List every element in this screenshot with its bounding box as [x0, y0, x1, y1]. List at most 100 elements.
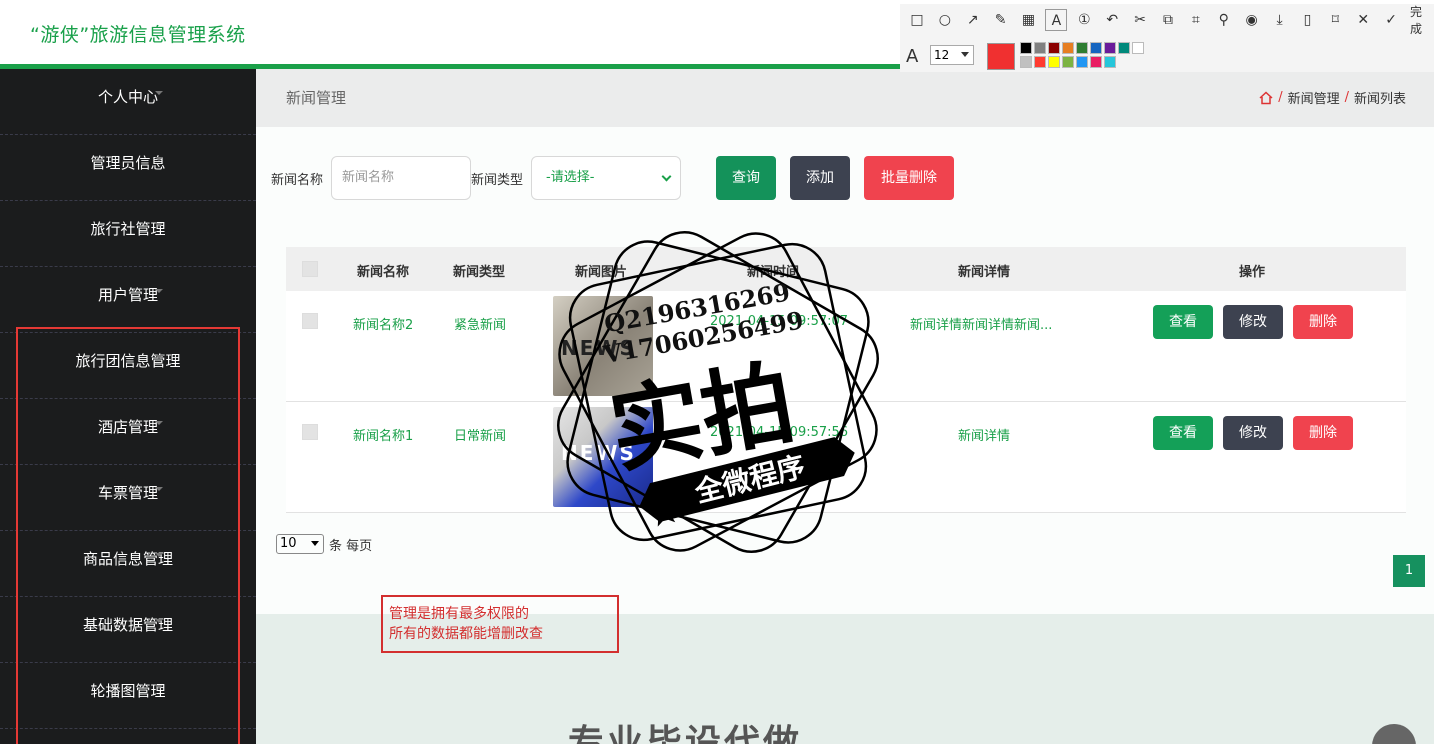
- download-icon[interactable]: ⤓: [1269, 9, 1291, 31]
- breadcrumb-item: 新闻列表: [1353, 92, 1406, 107]
- view-button[interactable]: 查看: [1153, 416, 1213, 450]
- color-swatch[interactable]: [1062, 56, 1074, 68]
- annotation-note[interactable]: 管理是拥有最多权限的 所有的数据都能增删改查: [381, 595, 619, 653]
- select-all-checkbox[interactable]: [302, 261, 318, 277]
- number-tool-icon[interactable]: ①: [1073, 9, 1095, 31]
- annotation-toolbar: □ ○ ↗ ✎ ▦ A ① ↶ ✂ ⧉ ⌗ ⚲ ◉ ⤓ ▯ ⌑ ✕ ✓ 完成 A…: [900, 4, 1434, 72]
- row-checkbox[interactable]: [302, 424, 318, 440]
- color-swatch[interactable]: [1076, 56, 1088, 68]
- news-detail-cell: 新闻详情新闻详情新闻...: [910, 318, 1053, 333]
- ellipse-tool-icon[interactable]: ○: [934, 9, 956, 31]
- chevron-down-icon: [155, 91, 163, 95]
- sidebar-item-admin-info[interactable]: 管理员信息: [0, 135, 256, 201]
- breadcrumb-separator: /: [1278, 90, 1283, 105]
- arrow-tool-icon[interactable]: ↗: [962, 9, 984, 31]
- content-panel: 新闻名称 新闻名称 新闻类型 -请选择- 查询 添加 批量删除 新闻名称 新闻类…: [256, 127, 1434, 614]
- undo-icon[interactable]: ↶: [1101, 9, 1123, 31]
- table-header: 新闻名称 新闻类型 新闻图片 新闻时间 新闻详情 操作: [286, 247, 1406, 291]
- color-swatch[interactable]: [1020, 42, 1032, 54]
- color-swatch[interactable]: [1020, 56, 1032, 68]
- color-swatch[interactable]: [1048, 56, 1060, 68]
- color-swatch[interactable]: [1104, 42, 1116, 54]
- check-icon[interactable]: ✓: [1380, 9, 1402, 31]
- news-type-selected: -请选择-: [546, 170, 595, 185]
- back-to-top-button[interactable]: Top: [1372, 724, 1416, 744]
- breadcrumb-separator: /: [1344, 90, 1349, 105]
- query-button[interactable]: 查询: [716, 156, 776, 200]
- record-icon[interactable]: ◉: [1241, 9, 1263, 31]
- news-name-cell: 新闻名称1: [353, 429, 414, 444]
- color-swatch[interactable]: [1076, 42, 1088, 54]
- edit-button[interactable]: 修改: [1223, 416, 1283, 450]
- sidebar-annotation-box: [16, 327, 240, 744]
- sidebar-item-personal-center[interactable]: 个人中心: [0, 69, 256, 135]
- mosaic-tool-icon[interactable]: ▦: [1018, 9, 1040, 31]
- pen-tool-icon[interactable]: ✎: [990, 9, 1012, 31]
- batch-delete-button[interactable]: 批量删除: [864, 156, 954, 200]
- name-filter-label: 新闻名称: [271, 173, 324, 188]
- color-palette: [1020, 42, 1144, 68]
- font-size-select[interactable]: 12: [930, 45, 974, 65]
- rectangle-tool-icon[interactable]: □: [906, 9, 928, 31]
- app-title: “游侠”旅游信息管理系统: [30, 24, 246, 46]
- color-swatch[interactable]: [1132, 42, 1144, 54]
- text-tool-icon[interactable]: A: [1045, 9, 1068, 31]
- row-checkbox[interactable]: [302, 313, 318, 329]
- ocr-icon[interactable]: ⌗: [1185, 9, 1207, 31]
- sidebar-item-label: 个人中心: [97, 88, 158, 106]
- news-type-select[interactable]: -请选择-: [531, 156, 681, 200]
- add-button[interactable]: 添加: [790, 156, 850, 200]
- color-swatch[interactable]: [1118, 42, 1130, 54]
- annotation-style-row: A 12: [900, 40, 1434, 72]
- color-swatch[interactable]: [1062, 42, 1074, 54]
- type-filter-label: 新闻类型: [471, 173, 524, 188]
- view-button[interactable]: 查看: [1153, 305, 1213, 339]
- column-header: 新闻时间: [747, 265, 800, 280]
- bookmark-icon[interactable]: ⌑: [1324, 9, 1346, 31]
- chevron-down-icon: [311, 541, 319, 546]
- chevron-down-icon: [961, 52, 969, 57]
- font-size-value: 12: [934, 48, 950, 62]
- annotation-line: 管理是拥有最多权限的: [389, 606, 529, 622]
- page-titlebar: 新闻管理 / 新闻管理 / 新闻列表: [256, 69, 1434, 127]
- color-swatch[interactable]: [1090, 56, 1102, 68]
- delete-button[interactable]: 删除: [1293, 416, 1353, 450]
- breadcrumb-item[interactable]: 新闻管理: [1288, 88, 1340, 107]
- column-header: 新闻图片: [575, 265, 628, 280]
- column-header: 新闻详情: [958, 265, 1011, 280]
- sidebar-item-label: 用户管理: [97, 286, 158, 304]
- column-header: 操作: [1239, 265, 1266, 280]
- page-size-select[interactable]: 10: [276, 534, 324, 554]
- cut-icon[interactable]: ✂: [1129, 9, 1151, 31]
- page-number-current[interactable]: 1: [1393, 555, 1425, 587]
- edit-button[interactable]: 修改: [1223, 305, 1283, 339]
- news-detail-cell: 新闻详情: [958, 429, 1011, 444]
- translate-icon[interactable]: ⧉: [1157, 9, 1179, 31]
- phone-icon[interactable]: ▯: [1296, 9, 1318, 31]
- news-name-input[interactable]: 新闻名称: [331, 156, 471, 200]
- chevron-down-icon: [661, 171, 672, 182]
- sidebar-item-users[interactable]: 用户管理: [0, 267, 256, 333]
- color-swatch[interactable]: [1104, 56, 1116, 68]
- annotation-line: 所有的数据都能增删改查: [389, 626, 543, 642]
- news-time-cell: 2021-04-15 09:57:56: [710, 425, 849, 440]
- close-icon[interactable]: ✕: [1352, 9, 1374, 31]
- color-swatch[interactable]: [1034, 42, 1046, 54]
- news-image: NEWS: [553, 407, 653, 507]
- chevron-down-icon: [155, 289, 163, 293]
- annotation-tools: □ ○ ↗ ✎ ▦ A ① ↶ ✂ ⧉ ⌗ ⚲ ◉ ⤓ ▯ ⌑ ✕ ✓ 完成: [900, 4, 1434, 36]
- current-color-swatch[interactable]: [987, 43, 1015, 70]
- sidebar-item-agency[interactable]: 旅行社管理: [0, 201, 256, 267]
- color-swatch[interactable]: [1034, 56, 1046, 68]
- color-swatch[interactable]: [1090, 42, 1102, 54]
- table-row: 新闻名称2 紧急新闻 NEWS 2021-04-15 09:57:07 新闻详情…: [286, 291, 1406, 402]
- home-icon[interactable]: [1259, 90, 1273, 105]
- news-type-cell: 紧急新闻: [454, 318, 507, 333]
- color-swatch[interactable]: [1048, 42, 1060, 54]
- font-size-icon: A: [906, 46, 919, 67]
- table-row: 新闻名称1 日常新闻 NEWS 2021-04-15 09:57:56 新闻详情…: [286, 402, 1406, 513]
- delete-button[interactable]: 删除: [1293, 305, 1353, 339]
- done-button[interactable]: 完成: [1410, 3, 1434, 37]
- pin-icon[interactable]: ⚲: [1213, 9, 1235, 31]
- news-image-text: NEWS: [561, 441, 636, 465]
